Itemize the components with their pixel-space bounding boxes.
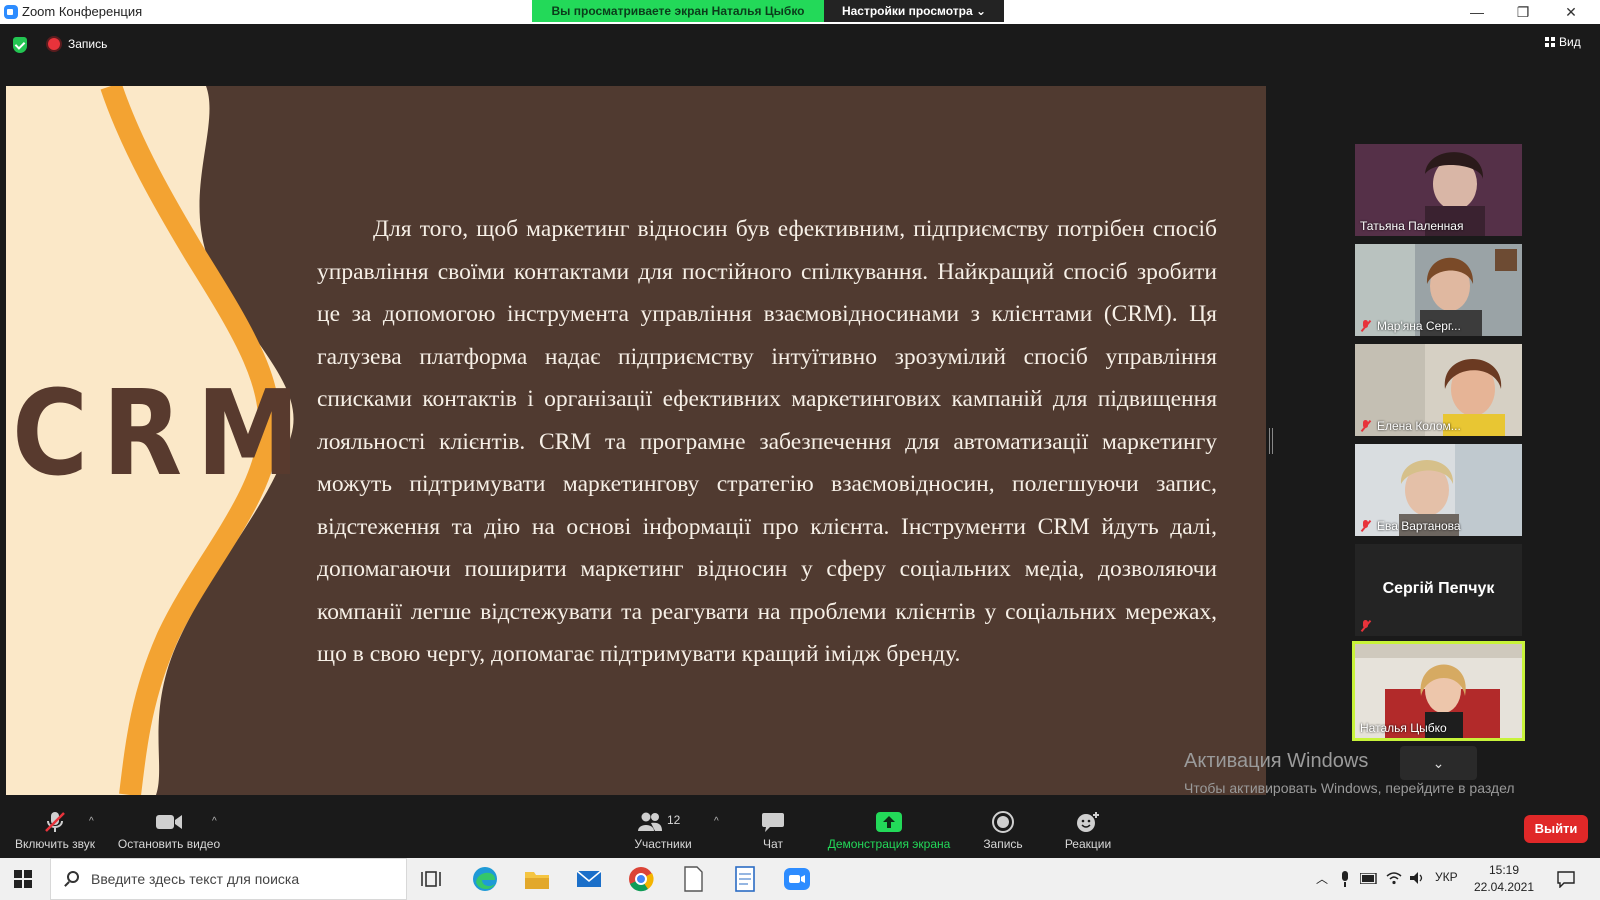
video-camera-icon [156, 815, 182, 829]
screen-share-banner: Вы просматриваете экран Наталья Цыбко [532, 0, 824, 22]
encryption-shield-icon[interactable] [13, 37, 27, 53]
search-icon [67, 871, 79, 883]
record-label: Запись [983, 837, 1023, 851]
document-icon[interactable] [678, 864, 708, 894]
microphone-icon[interactable] [1340, 871, 1350, 887]
chevron-down-icon: ⌄ [1432, 755, 1445, 771]
view-button[interactable]: Вид [1545, 35, 1581, 49]
muted-mic-icon [1360, 320, 1372, 332]
search-placeholder: Введите здесь текст для поиска [91, 871, 300, 887]
close-button[interactable]: ✕ [1548, 2, 1594, 22]
keyboard-language[interactable]: УКР [1435, 870, 1458, 884]
view-settings-dropdown[interactable]: Настройки просмотра ⌄ [824, 0, 1004, 22]
muted-mic-icon [45, 812, 65, 832]
minimize-button[interactable]: — [1454, 2, 1500, 22]
notifications-icon[interactable] [1557, 870, 1575, 888]
participants-options-caret[interactable]: ^ [714, 816, 719, 827]
audio-options-caret[interactable]: ^ [89, 816, 94, 827]
task-view-icon[interactable] [418, 864, 448, 894]
view-settings-label: Настройки просмотра [841, 4, 973, 18]
file-explorer-icon[interactable] [522, 864, 552, 894]
participants-label: Участники [634, 837, 692, 851]
participant-name: Елена Колом... [1360, 419, 1461, 433]
participant-tile[interactable]: Сергій Пепчук [1355, 544, 1522, 636]
restore-button[interactable]: ❐ [1500, 2, 1546, 22]
slide-body-text: Для того, щоб маркетинг відносин був ефе… [317, 216, 1217, 667]
edge-browser-icon[interactable] [470, 864, 500, 894]
participant-tile[interactable]: Елена Колом... [1355, 344, 1522, 436]
windows-activation-title: Активация Windows [1184, 750, 1369, 772]
participant-mute-status [1360, 619, 1377, 633]
unmute-button[interactable]: Включить звук [8, 800, 102, 858]
chrome-icon[interactable] [626, 864, 656, 894]
windows-start-icon[interactable] [14, 870, 32, 888]
reactions-label: Реакции [1064, 837, 1112, 851]
participant-name: Ева Вартанова [1360, 519, 1461, 533]
record-icon [992, 811, 1014, 833]
reactions-button[interactable]: Реакции [1058, 800, 1118, 858]
taskbar-search-box[interactable]: Введите здесь текст для поиска [50, 858, 407, 900]
share-screen-icon [876, 812, 902, 832]
zoom-icon[interactable] [782, 864, 812, 894]
battery-icon[interactable] [1360, 873, 1378, 884]
leave-meeting-button[interactable]: Выйти [1524, 815, 1588, 843]
chat-button[interactable]: Чат [748, 800, 798, 858]
share-screen-button[interactable]: Демонстрация экрана [820, 800, 958, 858]
chevron-down-icon: ⌄ [975, 4, 987, 18]
notepad-icon[interactable] [730, 864, 760, 894]
taskbar-clock[interactable]: 15:19 22.04.2021 [1469, 862, 1539, 896]
share-screen-label: Демонстрация экрана [827, 837, 951, 851]
meeting-toolbar: Включить звук ^ Остановить видео ^ 12 Уч… [0, 800, 1600, 858]
chat-label: Чат [763, 837, 783, 851]
recording-label: Запись [68, 37, 108, 51]
video-options-caret[interactable]: ^ [212, 816, 217, 827]
participants-icon [638, 812, 662, 831]
smiley-plus-icon [1077, 812, 1099, 832]
participant-name-large: Сергій Пепчук [1382, 580, 1495, 597]
participant-tile[interactable]: Ева Вартанова [1355, 444, 1522, 536]
chat-bubble-icon [762, 813, 784, 832]
record-button[interactable]: Запись [976, 800, 1030, 858]
participant-name: Наталья Цыбко [1360, 721, 1447, 735]
participant-name: Татьяна Паленная [1360, 219, 1464, 233]
participant-tile[interactable]: Татьяна Паленная [1355, 144, 1522, 236]
chevron-up-icon[interactable]: ︿ [1316, 870, 1328, 887]
mail-icon[interactable] [574, 864, 604, 894]
crm-logo-text: CRM [12, 364, 314, 502]
grid-icon [1545, 37, 1555, 47]
participants-count: 12 [667, 813, 681, 827]
recording-icon [48, 38, 60, 50]
panel-splitter-handle[interactable] [1269, 428, 1273, 454]
participants-button[interactable]: 12 Участники [628, 800, 698, 858]
stop-video-label: Остановить видео [117, 837, 221, 851]
view-label: Вид [1559, 35, 1581, 49]
window-title-bar: Zoom Конференция Вы просматриваете экран… [0, 0, 1600, 24]
participant-tile-active-speaker[interactable]: Наталья Цыбко [1352, 641, 1525, 741]
muted-mic-icon [1360, 620, 1372, 632]
clock-date: 22.04.2021 [1473, 880, 1535, 894]
window-title: Zoom Конференция [22, 4, 143, 19]
participant-tile[interactable]: Мар'яна Серг... [1355, 244, 1522, 336]
stop-video-button[interactable]: Остановить видео [112, 800, 226, 858]
speaker-icon[interactable] [1409, 871, 1425, 885]
zoom-app-icon [4, 5, 18, 19]
meeting-top-bar: Запись Вид [0, 24, 1600, 64]
participant-name: Мар'яна Серг... [1360, 319, 1461, 333]
gallery-scroll-down-button[interactable]: ⌄ [1400, 746, 1477, 780]
shared-screen-slide: CRM Для того, щоб маркетинг відносин був… [6, 86, 1266, 795]
unmute-label: Включить звук [14, 837, 96, 851]
muted-mic-icon [1360, 520, 1372, 532]
clock-time: 15:19 [1488, 863, 1520, 877]
windows-taskbar: Введите здесь текст для поиска ︿ УКР 15:… [0, 858, 1600, 900]
muted-mic-icon [1360, 420, 1372, 432]
wifi-icon[interactable] [1386, 871, 1402, 885]
